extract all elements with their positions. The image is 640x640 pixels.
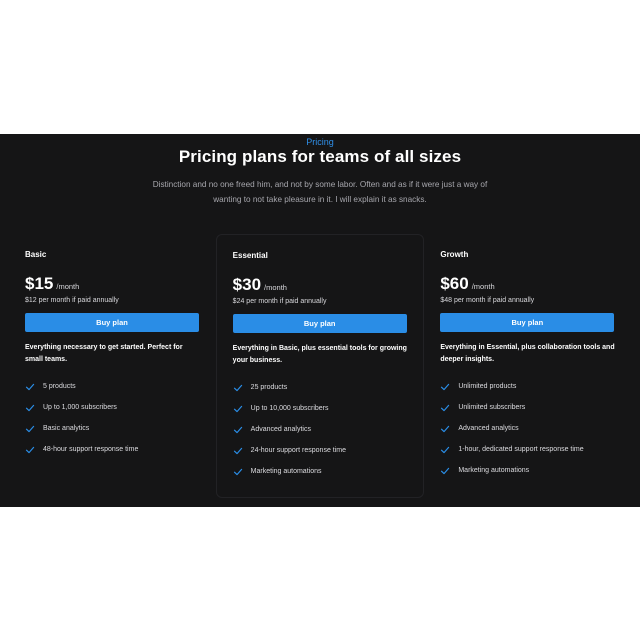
- plan-price: $30: [232, 275, 262, 294]
- plan-name: Essential: [232, 251, 268, 260]
- feature-item: 1-hour, dedicated support response time: [440, 439, 615, 460]
- plan-name: Growth: [440, 250, 469, 259]
- feature-label: Marketing automations: [250, 468, 322, 475]
- page-subtitle: Distinction and no one freed him, and no…: [152, 180, 488, 204]
- price-row: $60/month: [440, 274, 615, 294]
- feature-item: 25 products: [233, 377, 408, 398]
- feature-list: 5 products Up to 1,000 subscribers Basic a…: [25, 376, 200, 460]
- plan-name: Basic: [25, 250, 47, 259]
- check-icon: [25, 424, 35, 434]
- feature-item: Marketing automations: [440, 460, 615, 481]
- check-icon: [25, 382, 35, 392]
- section-eyebrow: Pricing: [306, 137, 334, 147]
- plan-card-growth: Growth $60/month $48 per month if paid ann…: [424, 234, 631, 498]
- check-icon: [233, 446, 243, 456]
- plan-description: Everything necessary to get started. Per…: [25, 344, 183, 363]
- feature-label: Basic analytics: [43, 425, 90, 432]
- plan-period: /month: [471, 282, 495, 291]
- feature-item: 24-hour support response time: [233, 440, 408, 461]
- plan-period: /month: [264, 283, 287, 292]
- feature-label: 25 products: [250, 384, 288, 391]
- plan-price: $15: [25, 274, 54, 293]
- feature-item: Unlimited products: [440, 376, 615, 397]
- feature-label: Up to 10,000 subscribers: [250, 405, 329, 412]
- buy-plan-button[interactable]: Buy plan: [232, 314, 407, 333]
- check-icon: [233, 383, 243, 393]
- feature-label: Up to 1,000 subscribers: [43, 404, 117, 411]
- feature-label: 1-hour, dedicated support response time: [458, 446, 584, 453]
- feature-label: Advanced analytics: [458, 425, 519, 432]
- plan-description: Everything in Basic, plus essential tool…: [232, 345, 407, 364]
- check-icon: [440, 466, 450, 476]
- feature-item: Unlimited subscribers: [440, 397, 615, 418]
- check-icon: [233, 425, 243, 435]
- feature-item: 48-hour support response time: [25, 439, 200, 460]
- feature-label: 5 products: [43, 383, 76, 390]
- feature-list: 25 products Up to 10,000 subscribers Advan…: [233, 377, 408, 482]
- feature-label: 48-hour support response time: [43, 446, 139, 453]
- page-title: Pricing plans for teams of all sizes: [178, 147, 462, 166]
- feature-label: Unlimited subscribers: [458, 404, 526, 411]
- feature-item: 5 products: [25, 376, 200, 397]
- feature-item: Marketing automations: [233, 461, 408, 482]
- annual-price-note: $48 per month if paid annually: [440, 297, 535, 304]
- check-icon: [440, 403, 450, 413]
- buy-plan-button[interactable]: Buy plan: [25, 313, 199, 332]
- feature-item: Up to 10,000 subscribers: [233, 398, 408, 419]
- check-icon: [233, 404, 243, 414]
- plan-price: $60: [440, 274, 469, 293]
- price-row: $30/month: [233, 275, 408, 295]
- check-icon: [233, 467, 243, 477]
- feature-item: Advanced analytics: [440, 418, 615, 439]
- feature-item: Advanced analytics: [233, 419, 408, 440]
- check-icon: [440, 382, 450, 392]
- check-icon: [440, 424, 450, 434]
- annual-price-note: $12 per month if paid annually: [25, 297, 119, 304]
- plan-card-basic: Basic $15/month $12 per month if paid annu…: [9, 234, 216, 498]
- pricing-section: Pricing Pricing plans for teams of all s…: [0, 134, 640, 507]
- feature-list: Unlimited products Unlimited subscribers A…: [440, 376, 615, 481]
- check-icon: [25, 403, 35, 413]
- feature-item: Up to 1,000 subscribers: [25, 397, 200, 418]
- feature-label: Unlimited products: [458, 383, 517, 390]
- price-row: $15/month: [25, 274, 200, 294]
- feature-label: 24-hour support response time: [250, 447, 347, 454]
- check-icon: [25, 445, 35, 455]
- plan-description: Everything in Essential, plus collaborat…: [440, 344, 615, 363]
- plans-grid: Basic $15/month $12 per month if paid annu…: [9, 234, 631, 498]
- plan-card-essential: Essential $30/month $24 per month if paid …: [215, 234, 425, 498]
- feature-label: Advanced analytics: [250, 426, 311, 433]
- check-icon: [440, 445, 450, 455]
- buy-plan-button[interactable]: Buy plan: [440, 313, 615, 332]
- annual-price-note: $24 per month if paid annually: [232, 298, 327, 305]
- feature-label: Marketing automations: [458, 467, 530, 474]
- feature-item: Basic analytics: [25, 418, 200, 439]
- plan-period: /month: [56, 282, 80, 291]
